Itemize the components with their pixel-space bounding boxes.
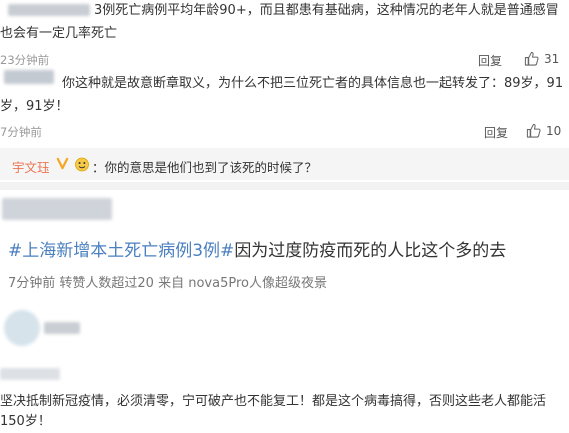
- like-count: 31: [544, 52, 560, 66]
- comment-time: 23分钟前: [0, 53, 50, 67]
- thumbs-up-icon[interactable]: [524, 51, 539, 66]
- comment-text-cont: 岁，91岁！: [0, 99, 69, 114]
- emoji-icon: [75, 157, 89, 172]
- blurred-username: [8, 4, 90, 16]
- blurred-username: [44, 322, 80, 334]
- reply-button[interactable]: 回复: [484, 124, 508, 141]
- post-text: 坚决抵制新冠疫情，必须清零，宁可破产也不能复工！都是这个病毒搞得，否则这些老人都…: [0, 394, 547, 409]
- blurred-avatar: [4, 310, 40, 346]
- blurred-avatar: [4, 70, 54, 84]
- comment-time: 7分钟前: [0, 125, 42, 139]
- post-text-cont: 150岁！: [0, 414, 51, 429]
- reply-button[interactable]: 回复: [478, 52, 502, 69]
- section-divider: [0, 182, 569, 190]
- blurred-text: [0, 368, 60, 380]
- post-meta: 7分钟前 转赞人数超过20 来自 nova5Pro人像超级夜景: [8, 276, 327, 291]
- post-title-text: 因为过度防疫而死的人比这个多的去: [234, 241, 507, 261]
- comment-text: 3例死亡病例平均年龄90+，而且都患有基础病，这种情况的老年人就是普通感冒: [94, 3, 559, 18]
- hashtag-link[interactable]: #上海新增本土死亡病例3例#: [8, 241, 234, 261]
- post-title: #上海新增本土死亡病例3例#因为过度防疫而死的人比这个多的去: [8, 236, 506, 261]
- comment-text-cont: 也会有一定几率死亡: [0, 26, 118, 41]
- thumbs-up-icon[interactable]: [526, 123, 541, 138]
- blurred-author: [2, 198, 112, 220]
- like-count: 10: [546, 124, 562, 138]
- v-badge-icon: [56, 157, 69, 170]
- subreply-username[interactable]: 宇文珏: [12, 157, 50, 176]
- subreply-text: ：你的意思是他们也到了该死的时候了？: [92, 160, 318, 175]
- comment-text: 你这种就是故意断章取义，为什么不把三位死亡者的具体信息也一起转发了：89岁，91: [62, 76, 564, 91]
